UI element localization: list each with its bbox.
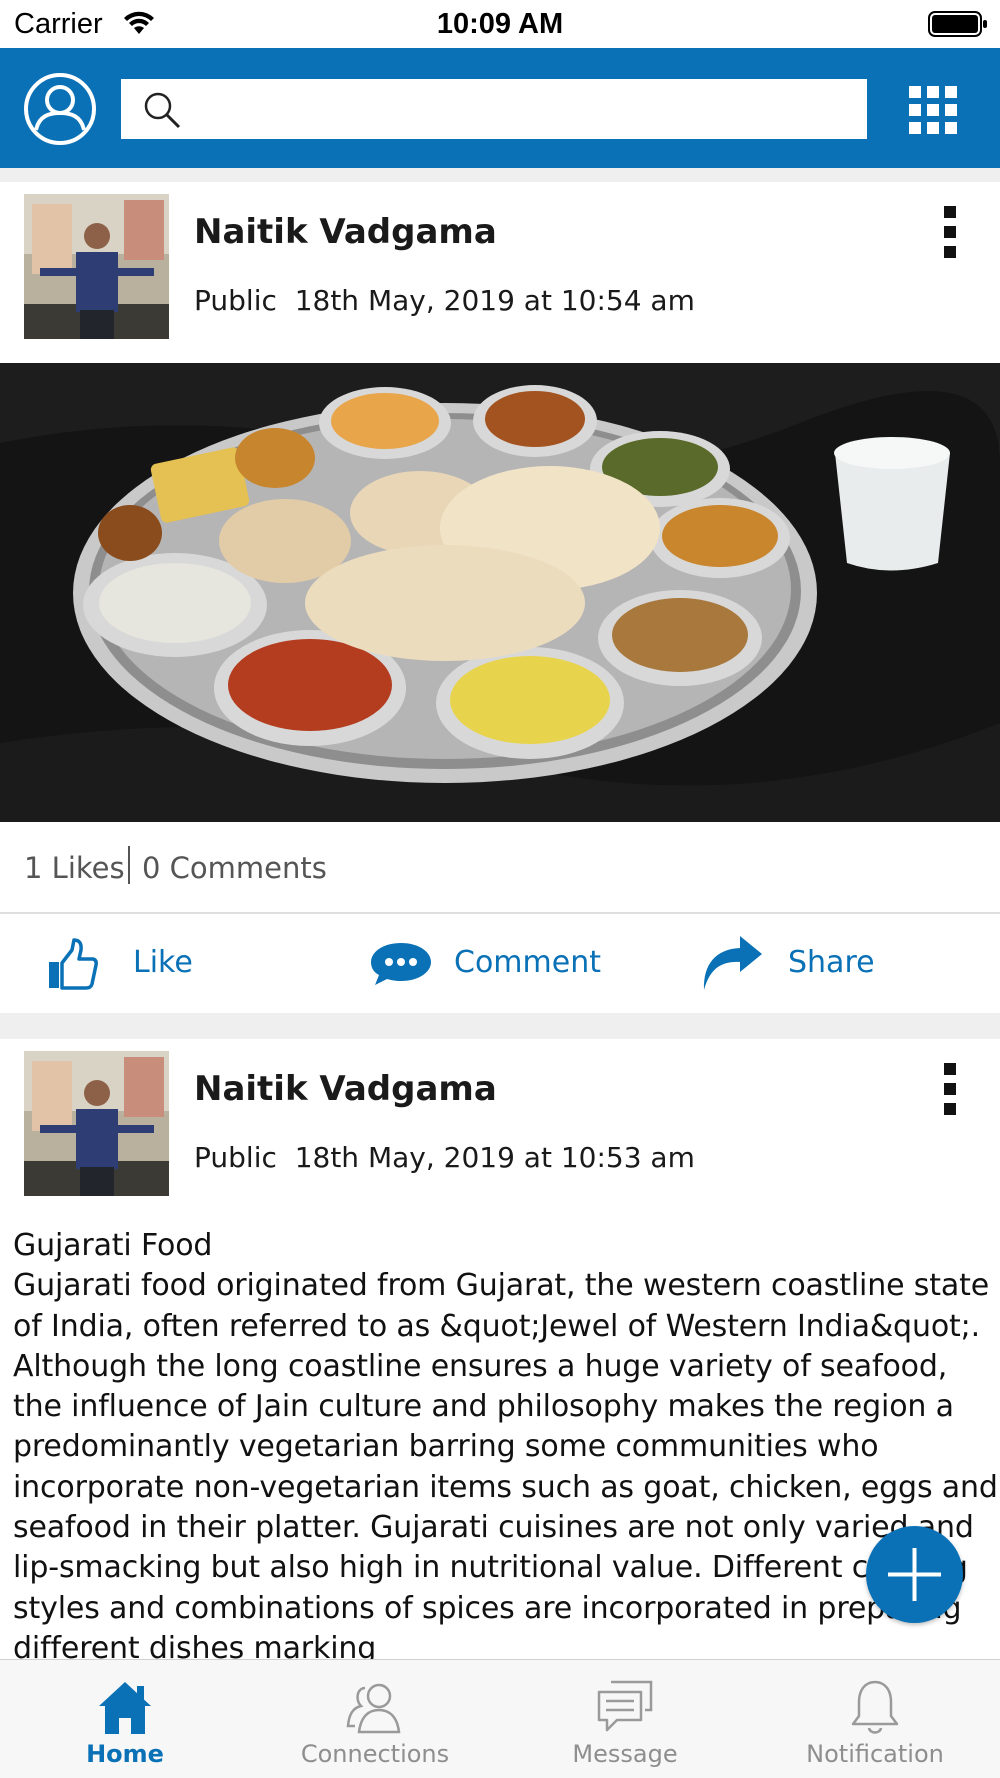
clock: 10:09 AM bbox=[436, 8, 564, 40]
share-arrow-icon bbox=[703, 936, 762, 990]
notification-icon bbox=[851, 1680, 899, 1734]
battery-icon bbox=[928, 11, 987, 37]
top-bar bbox=[0, 48, 1000, 168]
post-body: Gujarati Food Gujarati food originated f… bbox=[13, 1226, 1000, 1659]
author-avatar[interactable] bbox=[24, 1051, 169, 1196]
share-button[interactable]: Share bbox=[700, 914, 950, 1013]
profile-icon[interactable] bbox=[23, 72, 97, 146]
home-icon bbox=[99, 1682, 151, 1734]
post-card: Naitik Vadgama Public 18th May, 2019 at … bbox=[0, 182, 1000, 1013]
tab-home-label: Home bbox=[86, 1740, 164, 1768]
post-title: Gujarati Food bbox=[13, 1228, 213, 1263]
more-options-icon[interactable] bbox=[941, 1061, 961, 1117]
connections-icon bbox=[346, 1683, 401, 1734]
post-visibility: Public bbox=[194, 1141, 277, 1174]
tab-notification[interactable]: Notification bbox=[750, 1660, 1000, 1778]
search-input[interactable] bbox=[121, 79, 867, 139]
bottom-tab-bar: Home Connections Message Notification bbox=[0, 1659, 1000, 1778]
more-options-icon[interactable] bbox=[941, 204, 961, 260]
status-bar: Carrier 10:09 AM bbox=[0, 0, 1000, 48]
share-label: Share bbox=[788, 945, 875, 980]
comment-label: Comment bbox=[454, 945, 601, 980]
author-name[interactable]: Naitik Vadgama bbox=[194, 1069, 497, 1109]
create-post-button[interactable] bbox=[866, 1526, 963, 1623]
comment-bubble-icon bbox=[371, 943, 431, 985]
plus-icon bbox=[888, 1548, 941, 1601]
like-button[interactable]: Like bbox=[40, 914, 300, 1013]
post-photo[interactable] bbox=[0, 363, 1000, 822]
app-screen: Carrier 10:09 AM Naitik Vadgama Public 1… bbox=[0, 0, 1000, 1778]
tab-message-label: Message bbox=[572, 1740, 678, 1768]
tab-home[interactable]: Home bbox=[0, 1660, 250, 1778]
tab-connections-label: Connections bbox=[300, 1740, 450, 1768]
thumbs-up-icon bbox=[49, 938, 98, 990]
author-name[interactable]: Naitik Vadgama bbox=[194, 212, 497, 252]
post-stats: 1 Likes 0 Comments bbox=[0, 822, 1000, 914]
post-visibility: Public bbox=[194, 284, 277, 317]
like-label: Like bbox=[133, 945, 193, 980]
comments-count[interactable]: 0 Comments bbox=[142, 851, 327, 885]
tab-notification-label: Notification bbox=[806, 1740, 944, 1768]
stats-divider bbox=[128, 846, 130, 884]
post-meta: Public 18th May, 2019 at 10:53 am bbox=[194, 1141, 695, 1174]
author-avatar[interactable] bbox=[24, 194, 169, 339]
post-actions: Like Comment Share bbox=[0, 914, 1000, 1013]
post-timestamp: 18th May, 2019 at 10:54 am bbox=[294, 284, 695, 317]
comment-button[interactable]: Comment bbox=[364, 914, 644, 1013]
post-card: Naitik Vadgama Public 18th May, 2019 at … bbox=[0, 1039, 1000, 1659]
tab-connections[interactable]: Connections bbox=[250, 1660, 500, 1778]
likes-count[interactable]: 1 Likes bbox=[24, 851, 125, 885]
message-icon bbox=[597, 1680, 653, 1732]
tab-message[interactable]: Message bbox=[500, 1660, 750, 1778]
post-meta: Public 18th May, 2019 at 10:54 am bbox=[194, 284, 695, 317]
apps-grid-icon[interactable] bbox=[909, 86, 957, 134]
news-feed: Naitik Vadgama Public 18th May, 2019 at … bbox=[0, 168, 1000, 1659]
post-timestamp: 18th May, 2019 at 10:53 am bbox=[294, 1141, 695, 1174]
post-text: Gujarati food originated from Gujarat, t… bbox=[13, 1268, 998, 1659]
